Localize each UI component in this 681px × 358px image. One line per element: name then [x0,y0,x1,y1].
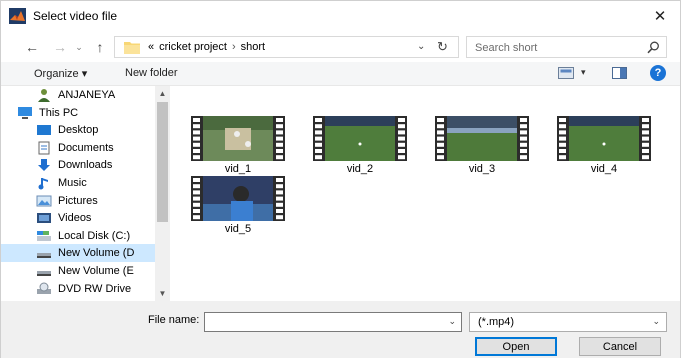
file-item-vid_3[interactable]: vid_3 [417,86,529,175]
sidebar-item-videos[interactable]: Videos [1,209,155,227]
recent-locations-button[interactable]: ⌄ [70,37,88,57]
sidebar-item-this-pc[interactable]: This PC [1,104,155,122]
sidebar-scrollbar[interactable]: ▲ ▼ [155,86,170,301]
video-thumbnail-icon [313,116,407,161]
video-thumbnail-icon [435,116,529,161]
up-button[interactable]: ↑ [91,37,109,57]
file-name-label: File name: [148,314,200,326]
scroll-up-button[interactable]: ▲ [155,86,170,101]
sidebar-item-desktop[interactable]: Desktop [1,121,155,139]
scrollbar-thumb[interactable] [157,102,168,222]
sidebar-item-label: This PC [39,106,79,119]
documents-icon [38,141,50,155]
file-name-label: vid_3 [468,163,496,175]
breadcrumb: « cricket project › short [148,41,270,53]
sidebar-item-local-disk-c[interactable]: Local Disk (C:) [1,227,155,245]
sidebar-item-new-volume-e[interactable]: New Volume (E [1,262,155,280]
sidebar-item-label: Desktop [58,124,99,137]
sidebar-item-new-volume-d[interactable]: New Volume (D [1,244,155,263]
file-name-dropdown-button[interactable]: ⌄ [448,316,456,327]
sidebar-item-label: Documents [58,141,114,154]
address-bar[interactable]: « cricket project › short ⌄ ↻ [114,36,459,58]
help-button[interactable]: ? [650,65,666,81]
file-type-value: (*.mp4) [478,316,515,328]
cancel-button[interactable]: Cancel [579,337,661,356]
preview-pane-icon[interactable] [612,67,627,79]
sidebar-item-label: DVD RW Drive [58,282,132,295]
file-item-vid_5[interactable]: vid_5 [173,146,285,235]
sidebar-item-label: Videos [58,212,92,225]
window-title: Select video file [33,9,118,23]
dvd-drive-icon [37,282,51,294]
title-bar: Select video file ✕ [1,1,680,31]
sidebar-item-label: ANJANEYA [58,89,116,101]
matlab-app-icon [9,8,26,24]
search-box[interactable] [466,36,667,58]
breadcrumb-separator-icon[interactable]: › [232,41,236,53]
breadcrumb-item[interactable]: short [241,41,265,53]
search-input[interactable] [475,40,635,55]
file-type-dropdown-button[interactable]: ⌄ [652,316,660,327]
sidebar-item-label: New Volume (E [58,265,134,277]
file-name-input[interactable] [209,315,439,329]
file-item-vid_4[interactable]: vid_4 [539,86,651,175]
view-dropdown-button[interactable]: ▾ [581,67,586,78]
videos-icon [37,213,51,224]
organize-menu-button[interactable]: Organize ▾ [34,67,87,80]
sidebar-item-label: Music [58,177,87,189]
forward-button[interactable]: → [51,37,69,57]
navigation-bar: ← → ⌄ ↑ « cricket project › short ⌄ ↻ [1,34,680,60]
file-item-vid_2[interactable]: vid_2 [295,86,407,175]
local-disk-icon [37,230,51,241]
sidebar-item-label: Local Disk (C:) [58,229,131,242]
file-type-select[interactable]: (*.mp4) ⌄ [469,312,667,332]
new-folder-button[interactable]: New folder [125,67,178,79]
file-list-pane: vid_1 vid_2 vid_3 vid_4 vid_5 [173,86,680,301]
sidebar-item-documents[interactable]: Documents [1,139,155,157]
navigation-pane: ANJANEYA This PC Desktop Documents Downloads… [1,86,170,301]
search-icon[interactable] [647,41,660,54]
view-options-icon[interactable] [558,67,574,79]
folder-tree: ANJANEYA This PC Desktop Documents Downloads… [1,86,155,301]
sidebar-item-label: New Volume (D [58,247,135,260]
sidebar-item-pictures[interactable]: Pictures [1,192,155,210]
file-name-label: vid_4 [590,163,618,175]
back-button[interactable]: ← [23,37,41,57]
video-thumbnail-icon [557,116,651,161]
pictures-icon [36,195,52,207]
sidebar-item-label: Downloads [58,159,113,172]
music-icon [38,178,48,190]
drive-icon [37,253,51,259]
dialog-footer: File name: ⌄ (*.mp4) ⌄ Open Cancel [1,301,680,358]
user-icon [38,89,50,102]
file-dialog-window: Select video file ✕ ← → ⌄ ↑ « cricket pro… [0,0,681,358]
file-name-combobox[interactable]: ⌄ [204,312,462,332]
video-thumbnail-icon [191,176,285,221]
downloads-icon [38,159,50,172]
close-button[interactable]: ✕ [640,1,680,31]
drive-icon [37,271,51,276]
address-dropdown-button[interactable]: ⌄ [417,41,425,52]
file-name-label: vid_2 [346,163,374,175]
folder-icon [124,42,140,54]
file-name-label: vid_5 [224,223,252,235]
sidebar-item-music[interactable]: Music [1,174,155,192]
sidebar-item-anjaneya[interactable]: ANJANEYA [1,86,155,104]
breadcrumb-overflow-icon[interactable]: « [148,41,154,53]
refresh-button[interactable]: ↻ [437,39,448,55]
scroll-down-button[interactable]: ▼ [155,286,170,301]
breadcrumb-item[interactable]: cricket project [159,41,227,53]
sidebar-item-downloads[interactable]: Downloads [1,156,155,174]
sidebar-item-label: Pictures [58,194,98,207]
open-button[interactable]: Open [475,337,557,356]
command-toolbar: Organize ▾ New folder ▾ ? [1,62,680,86]
sidebar-item-dvd-rw-drive[interactable]: DVD RW Drive [1,280,155,298]
desktop-icon [37,125,51,136]
this-pc-icon [18,106,32,119]
